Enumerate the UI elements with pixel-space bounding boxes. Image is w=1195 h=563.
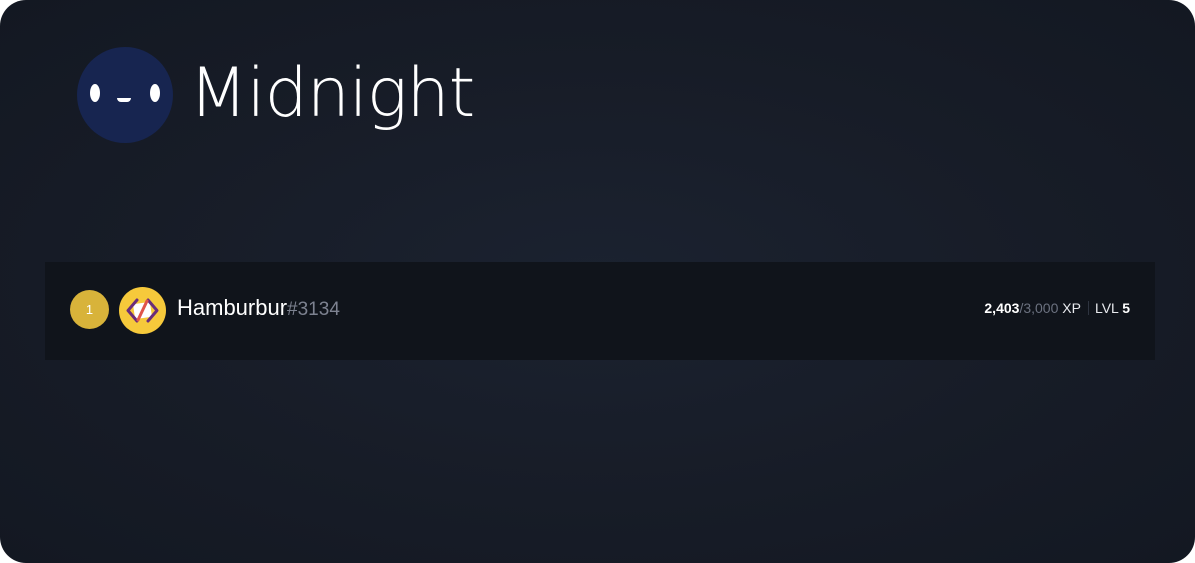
- level-value: 5: [1122, 300, 1130, 316]
- server-name: Midnight: [189, 54, 475, 133]
- face-right-eye: [150, 84, 160, 102]
- user-discriminator: #3134: [287, 299, 340, 320]
- xp-current: 2,403: [984, 300, 1020, 316]
- server-avatar: [77, 47, 173, 143]
- user-avatar[interactable]: [119, 287, 166, 334]
- xp-required: 3,000: [1023, 300, 1059, 316]
- username: Hamburbur: [177, 295, 288, 320]
- leaderboard-row[interactable]: 1 Hamburbur#3134 2,403/3,000 XP LVL 5: [45, 262, 1155, 360]
- user-stats: 2,403/3,000 XP LVL 5: [984, 298, 1130, 318]
- code-brackets-icon: [126, 298, 159, 323]
- rank-badge: 1: [70, 290, 109, 329]
- user-name: Hamburbur#3134: [177, 293, 340, 326]
- face-left-eye: [90, 84, 100, 102]
- level-label: LVL: [1094, 300, 1119, 316]
- stats-divider: [1087, 301, 1089, 315]
- leaderboard-card: Midnight 1 Hamburbur#3134 2,403/3,000 XP…: [0, 0, 1195, 563]
- xp-label: XP: [1062, 300, 1081, 316]
- face-mouth: [117, 98, 131, 102]
